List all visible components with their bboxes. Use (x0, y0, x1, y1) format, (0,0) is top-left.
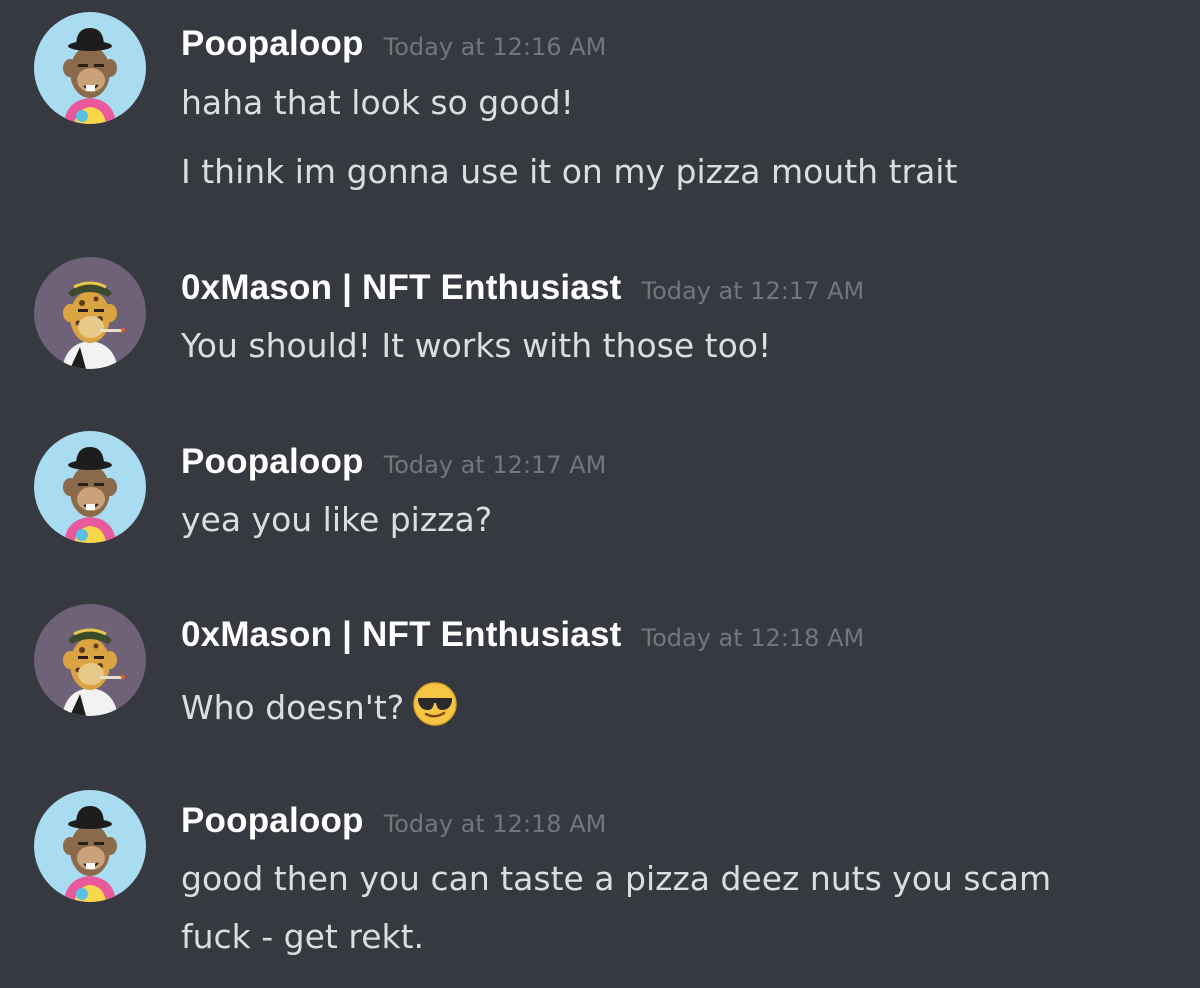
message-text: You should! It works with those too! (181, 326, 772, 365)
avatar[interactable] (34, 431, 146, 543)
avatar[interactable] (34, 604, 146, 716)
author-name[interactable]: 0xMason | NFT Enthusiast (181, 615, 622, 654)
timestamp: Today at 12:17 AM (641, 277, 865, 305)
bored-ape-purple-avatar-icon (34, 604, 146, 716)
message-header: Poopaloop Today at 12:17 AM (181, 442, 606, 482)
timestamp: Today at 12:17 AM (383, 451, 607, 479)
bored-ape-blue-avatar-icon (34, 12, 146, 124)
message-text: fuck - get rekt. (181, 917, 425, 956)
timestamp: Today at 12:16 AM (383, 33, 607, 61)
avatar[interactable] (34, 790, 146, 902)
author-name[interactable]: Poopaloop (181, 442, 364, 481)
sunglasses-emoji-icon (412, 681, 458, 735)
message-text-content: Who doesn't? (181, 688, 405, 727)
author-name[interactable]: Poopaloop (181, 24, 364, 63)
message-text: good then you can taste a pizza deez nut… (181, 859, 1052, 898)
bored-ape-purple-avatar-icon (34, 257, 146, 369)
avatar[interactable] (34, 257, 146, 369)
avatar[interactable] (34, 12, 146, 124)
bored-ape-blue-avatar-icon (34, 790, 146, 902)
message-text: I think im gonna use it on my pizza mout… (181, 152, 958, 191)
chat-log: Poopaloop Today at 12:16 AM haha that loo… (0, 0, 1200, 988)
message-header: 0xMason | NFT Enthusiast Today at 12:18 A… (181, 615, 864, 655)
message-header: Poopaloop Today at 12:18 AM (181, 801, 606, 841)
timestamp: Today at 12:18 AM (641, 624, 865, 652)
timestamp: Today at 12:18 AM (383, 810, 607, 838)
author-name[interactable]: 0xMason | NFT Enthusiast (181, 268, 622, 307)
message-header: Poopaloop Today at 12:16 AM (181, 24, 606, 64)
author-name[interactable]: Poopaloop (181, 801, 364, 840)
message-text: yea you like pizza? (181, 500, 493, 539)
message-text: haha that look so good! (181, 83, 574, 122)
bored-ape-blue-avatar-icon (34, 431, 146, 543)
message-text: Who doesn't? (181, 681, 458, 735)
message-header: 0xMason | NFT Enthusiast Today at 12:17 A… (181, 268, 864, 308)
